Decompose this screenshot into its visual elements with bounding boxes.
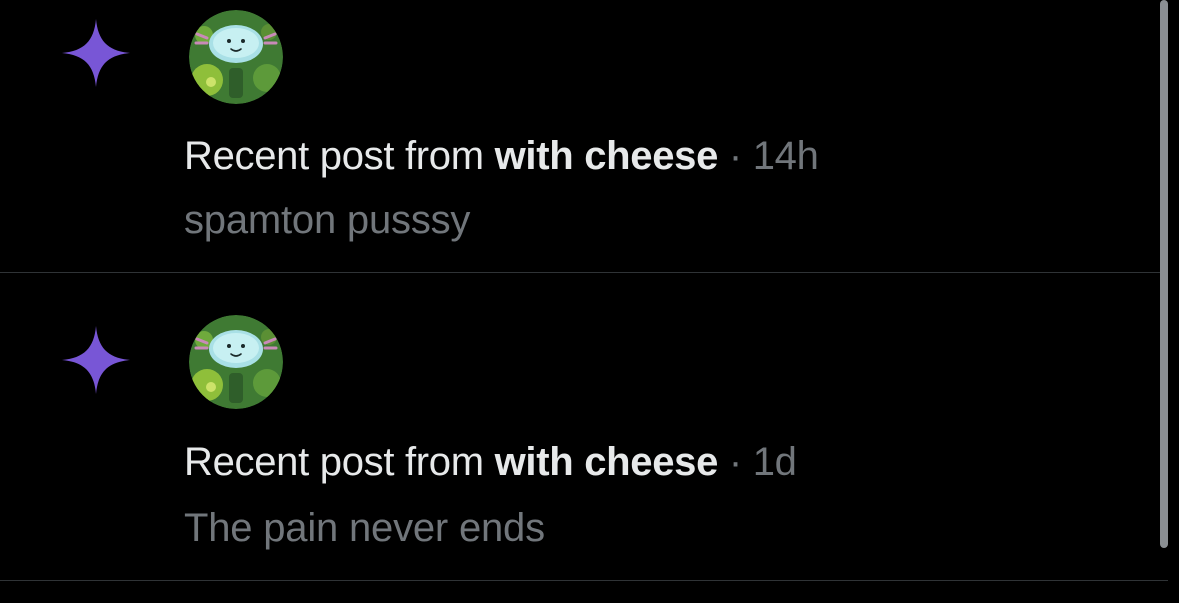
notification-headline: Recent post from with cheese · 14h — [184, 134, 819, 179]
separator-dot: · — [718, 440, 753, 484]
post-preview: spamton pusssy — [184, 198, 471, 242]
separator-dot: · — [718, 134, 753, 178]
notifications-feed: Recent post from with cheese · 14h spamt… — [0, 0, 1179, 603]
notification-headline: Recent post from with cheese · 1d — [184, 440, 797, 485]
avatar-image[interactable] — [189, 315, 283, 409]
sparkle-icon — [62, 326, 130, 394]
notification-item[interactable]: Recent post from with cheese · 1d The pa… — [0, 273, 1160, 580]
timestamp: 14h — [752, 134, 819, 178]
timestamp: 1d — [752, 440, 797, 484]
post-preview: The pain never ends — [184, 506, 545, 550]
author-name[interactable]: with cheese — [495, 134, 719, 178]
avatar-image[interactable] — [189, 10, 283, 104]
notification-item[interactable]: Recent post from with cheese · 14h spamt… — [0, 0, 1160, 272]
scrollbar[interactable] — [1160, 0, 1168, 548]
author-name[interactable]: with cheese — [495, 440, 719, 484]
sparkle-icon — [62, 19, 130, 87]
headline-prefix: Recent post from — [184, 134, 495, 178]
headline-prefix: Recent post from — [184, 440, 495, 484]
divider — [0, 580, 1168, 581]
